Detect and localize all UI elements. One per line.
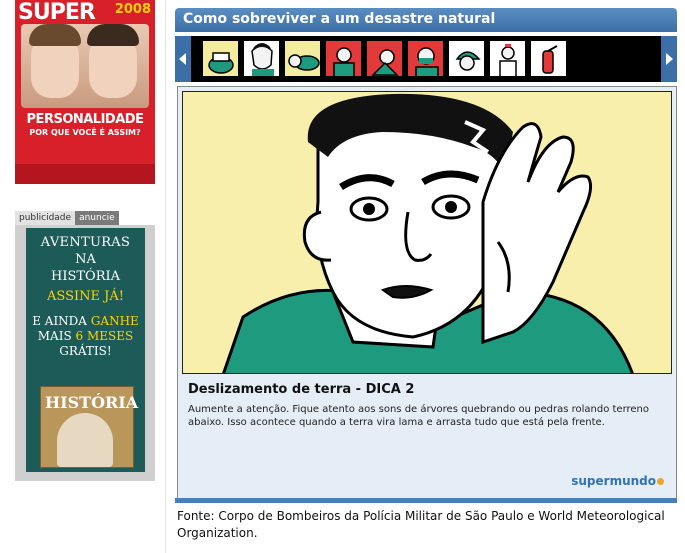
fire-extinguisher-icon xyxy=(531,41,566,76)
carousel-thumb-8[interactable] xyxy=(489,40,526,77)
ad-tabs: publicidade anuncie xyxy=(15,211,119,225)
carousel-thumb-7[interactable] xyxy=(448,40,485,77)
page: SUPER 2008 PERSONALIDADE POR QUE VOCÊ É … xyxy=(0,0,685,553)
ad-offer-line-1: E AINDA GANHE xyxy=(26,314,145,329)
nurse-icon xyxy=(490,41,525,76)
logo-text: supermundo xyxy=(571,474,656,488)
ad-offer-months: 6 MESES xyxy=(75,329,134,343)
carousel-thumb-6[interactable] xyxy=(407,40,444,77)
carousel-prev-button[interactable] xyxy=(175,36,191,82)
supermundo-logo[interactable]: supermundo xyxy=(571,474,664,488)
magazine-subheadline: POR QUE VOCÊ É ASSIM? xyxy=(29,128,141,137)
tip-title: Deslizamento de terra - DICA 2 xyxy=(188,382,415,397)
man-hands-icon xyxy=(326,41,361,76)
carousel-thumb-1[interactable] xyxy=(202,40,239,77)
ad-offer-mid: MAIS xyxy=(37,329,72,343)
person-helmet-icon xyxy=(449,41,484,76)
tip-illustration xyxy=(182,91,672,374)
panel-bottom-bar xyxy=(175,498,677,503)
person-smoke-icon xyxy=(367,41,402,76)
man-face-icon xyxy=(244,41,279,76)
tips-carousel xyxy=(175,36,677,82)
cover-photo xyxy=(21,24,149,108)
chevron-left-icon xyxy=(179,53,186,65)
tab-publicidade: publicidade xyxy=(15,211,76,225)
left-sidebar: SUPER 2008 PERSONALIDADE POR QUE VOCÊ É … xyxy=(0,0,165,553)
tab-anuncie[interactable]: anuncie xyxy=(75,211,119,225)
cover-hair-left xyxy=(29,24,81,46)
carousel-thumb-5[interactable] xyxy=(366,40,403,77)
main-content: Como sobreviver a um desastre natural De… xyxy=(175,0,677,553)
listening-man-illustration xyxy=(183,92,671,373)
man-mask-icon xyxy=(408,41,443,76)
ad-line-2: NA xyxy=(75,252,96,267)
ad-thumb-figure xyxy=(57,413,113,467)
subscription-ad[interactable]: AVENTURAS NA HISTÓRIA ASSINE JÁ! E AINDA… xyxy=(26,228,145,472)
carousel-thumb-4[interactable] xyxy=(325,40,362,77)
ad-magazine-thumbnail: HISTÓRIA xyxy=(40,386,138,468)
tip-panel: Deslizamento de terra - DICA 2 Aumente a… xyxy=(177,86,677,499)
cover-hair-right xyxy=(87,24,139,46)
ad-container: AVENTURAS NA HISTÓRIA ASSINE JÁ! E AINDA… xyxy=(15,225,155,481)
magazine-year: 2008 xyxy=(114,2,151,17)
cover-footer xyxy=(15,164,155,184)
ad-thumb-title: HISTÓRIA xyxy=(45,393,139,412)
magazine-brand: SUPER xyxy=(18,0,96,25)
magazine-headline: PERSONALIDADE xyxy=(26,112,144,127)
column-divider xyxy=(165,0,166,553)
tip-text: Aumente a atenção. Fique atento aos sons… xyxy=(188,404,650,428)
section-title: Como sobreviver a um desastre natural xyxy=(183,11,496,27)
carousel-thumb-2[interactable] xyxy=(243,40,280,77)
carousel-thumb-3[interactable] xyxy=(284,40,321,77)
ad-line-3: HISTÓRIA xyxy=(50,269,121,284)
magazine-cover[interactable]: SUPER 2008 PERSONALIDADE POR QUE VOCÊ É … xyxy=(15,0,155,184)
carousel-next-button[interactable] xyxy=(661,36,677,82)
carousel-thumb-9[interactable] xyxy=(530,40,567,77)
kettle-icon xyxy=(203,41,238,76)
chevron-right-icon xyxy=(666,53,673,65)
ad-offer-prefix: E AINDA xyxy=(32,314,87,328)
ad-offer-suffix: GRÁTIS! xyxy=(59,344,112,358)
person-crawling-icon xyxy=(285,41,320,76)
ad-offer-line-2: MAIS 6 MESES xyxy=(26,329,145,344)
section-header: Como sobreviver a um desastre natural xyxy=(175,8,677,32)
ad-line-1: AVENTURAS xyxy=(40,235,131,250)
ad-offer-highlight: GANHE xyxy=(90,314,139,328)
ad-cta: ASSINE JÁ! xyxy=(47,289,124,304)
logo-dot-icon xyxy=(657,478,664,485)
source-credit: Fonte: Corpo de Bombeiros da Polícia Mil… xyxy=(177,509,665,540)
